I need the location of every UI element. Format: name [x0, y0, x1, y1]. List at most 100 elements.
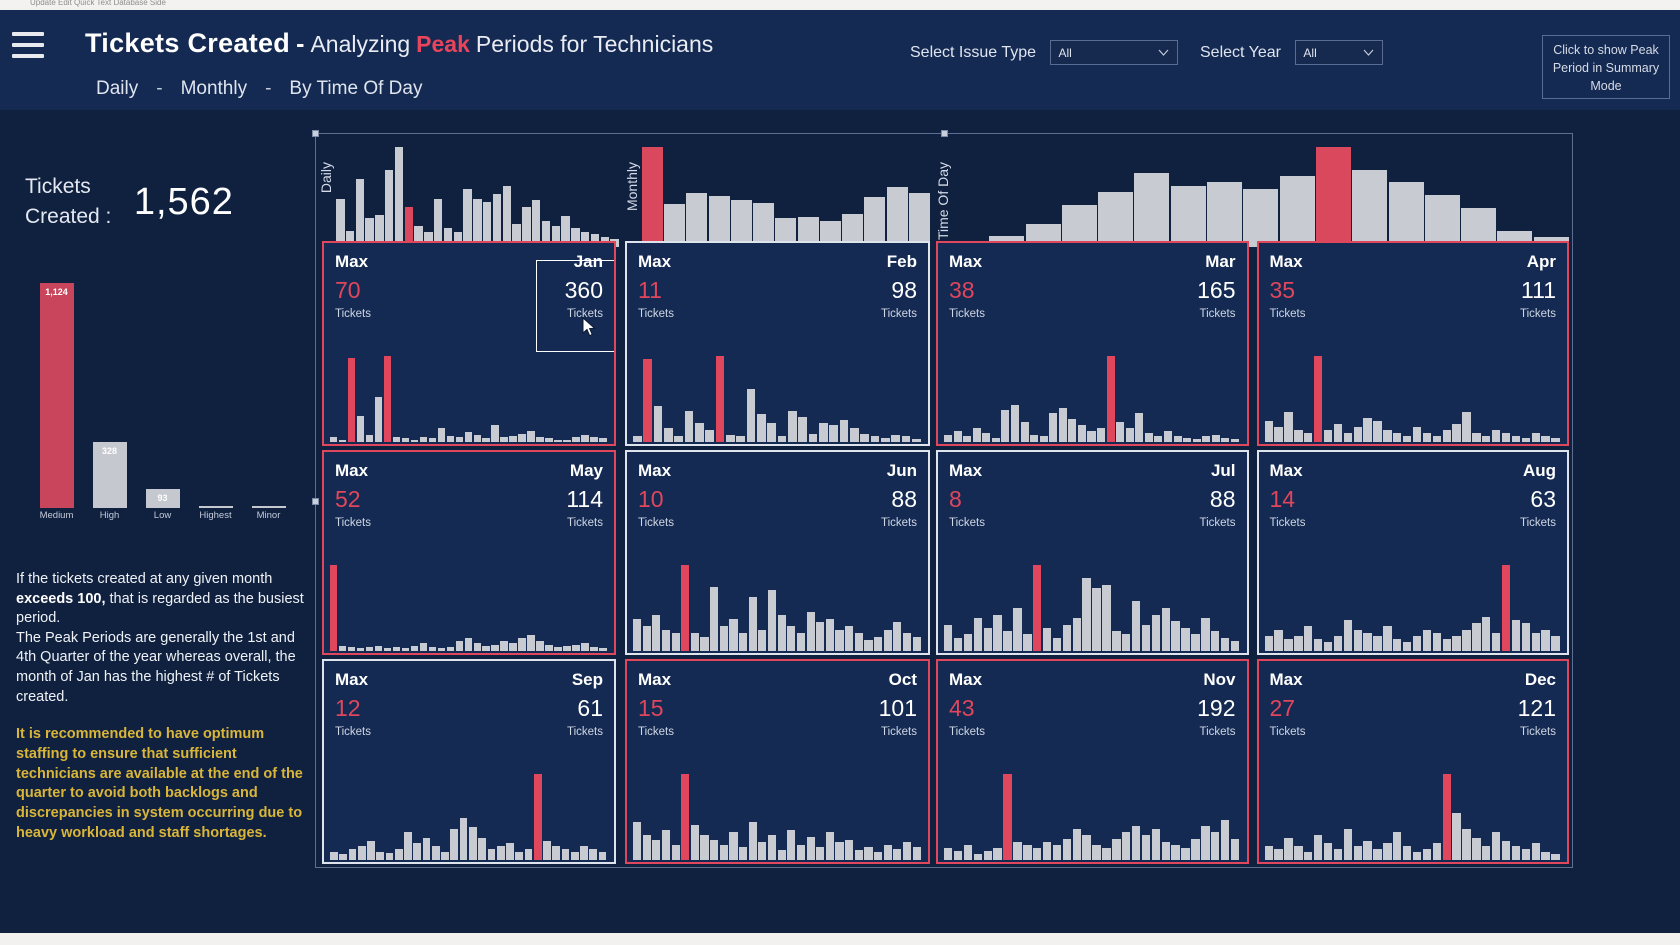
month-card-bar[interactable]	[756, 414, 766, 442]
month-card-bar[interactable]	[902, 842, 912, 860]
month-card-bar[interactable]	[365, 647, 374, 651]
month-card-bar[interactable]	[816, 847, 825, 860]
month-card-bar[interactable]	[1402, 846, 1412, 860]
month-card-bar[interactable]	[1161, 608, 1170, 651]
month-card-bar[interactable]	[880, 437, 890, 442]
month-card-bar[interactable]	[1482, 617, 1491, 651]
month-card-bar[interactable]	[1323, 641, 1333, 651]
month-card-bar[interactable]	[581, 434, 589, 442]
month-card-sparkline[interactable]	[633, 768, 922, 860]
month-card-bar[interactable]	[1373, 421, 1382, 442]
month-card-bar[interactable]	[839, 419, 849, 442]
priority-bar[interactable]: 328	[92, 442, 127, 508]
month-card-bar[interactable]	[599, 438, 607, 442]
month-card-bar[interactable]	[1353, 846, 1362, 860]
month-card-bar[interactable]	[1201, 826, 1210, 860]
month-card-bar[interactable]	[1033, 565, 1042, 651]
month-card-bar[interactable]	[422, 837, 431, 860]
month-card-sep[interactable]: Max Sep 12 61 Tickets Tickets	[322, 659, 616, 864]
month-card-bar[interactable]	[392, 437, 401, 442]
month-card-bar[interactable]	[347, 647, 356, 651]
month-card-bar[interactable]	[715, 356, 725, 442]
month-card-bar[interactable]	[963, 634, 973, 651]
month-card-bar[interactable]	[1462, 629, 1471, 651]
month-card-bar[interactable]	[1068, 419, 1077, 442]
month-card-jun[interactable]: Max Jun 10 88 Tickets Tickets	[625, 450, 930, 655]
month-card-bar[interactable]	[580, 846, 588, 860]
sparkline-by-time-of-day[interactable]	[953, 142, 1570, 247]
month-card-bar[interactable]	[1521, 623, 1531, 651]
month-card-bar[interactable]	[1161, 841, 1170, 860]
month-card-bar[interactable]	[347, 358, 356, 442]
month-card-bar[interactable]	[410, 439, 419, 442]
month-card-bar[interactable]	[1482, 436, 1491, 442]
month-card-bar[interactable]	[468, 826, 477, 860]
month-card-nov[interactable]: Max Nov 43 192 Tickets Tickets	[936, 659, 1249, 864]
month-card-bar[interactable]	[563, 645, 571, 651]
month-card-bar[interactable]	[330, 437, 338, 442]
month-card-bar[interactable]	[983, 850, 992, 860]
month-card-bar[interactable]	[1042, 627, 1052, 651]
month-card-bar[interactable]	[1052, 844, 1062, 860]
month-card-bar[interactable]	[1501, 433, 1511, 442]
month-card-bar[interactable]	[536, 640, 544, 651]
show-peak-period-button[interactable]: Click to show Peak Period in Summary Mod…	[1542, 35, 1670, 99]
month-card-bar[interactable]	[1013, 841, 1022, 860]
month-card-bar[interactable]	[1442, 774, 1451, 860]
month-card-bar[interactable]	[725, 435, 735, 442]
month-card-jul[interactable]: Max Jul 8 88 Tickets Tickets	[936, 450, 1249, 655]
month-card-bar[interactable]	[1092, 588, 1101, 651]
month-card-bar[interactable]	[1452, 424, 1461, 442]
month-card-bar[interactable]	[1077, 424, 1086, 442]
month-card-bar[interactable]	[1304, 626, 1313, 651]
month-card-bar[interactable]	[330, 851, 338, 860]
month-card-bar[interactable]	[419, 643, 428, 651]
month-card-bar[interactable]	[518, 433, 526, 442]
month-card-bar[interactable]	[972, 427, 981, 442]
month-card-bar[interactable]	[1058, 407, 1067, 442]
month-card-bar[interactable]	[767, 422, 777, 442]
month-card-bar[interactable]	[339, 854, 348, 860]
month-card-bar[interactable]	[684, 411, 694, 442]
month-card-bar[interactable]	[963, 844, 973, 860]
month-card-bar[interactable]	[1274, 848, 1283, 860]
month-card-bar[interactable]	[1112, 838, 1121, 860]
month-card-bar[interactable]	[1102, 847, 1111, 860]
month-card-feb[interactable]: Max Feb 11 98 Tickets Tickets	[625, 241, 930, 446]
month-card-bar[interactable]	[710, 839, 719, 860]
month-card-bar[interactable]	[374, 396, 383, 442]
month-card-bar[interactable]	[1030, 434, 1039, 442]
month-card-bar[interactable]	[671, 844, 680, 860]
month-card-bar[interactable]	[1363, 840, 1372, 860]
month-card-bar[interactable]	[1201, 617, 1210, 651]
month-card-bar[interactable]	[893, 848, 902, 860]
month-card-bar[interactable]	[816, 622, 825, 651]
month-card-apr[interactable]: Max Apr 35 111 Tickets Tickets	[1256, 241, 1569, 446]
month-card-bar[interactable]	[437, 427, 446, 442]
month-card-bar[interactable]	[464, 432, 472, 442]
month-card-bar[interactable]	[767, 834, 777, 860]
month-card-bar[interactable]	[1192, 439, 1201, 442]
month-card-bar[interactable]	[570, 851, 579, 860]
month-card-bar[interactable]	[912, 636, 921, 651]
month-card-bar[interactable]	[1154, 436, 1163, 442]
month-card-bar[interactable]	[849, 428, 859, 442]
priority-bar-column[interactable]	[189, 256, 242, 508]
month-card-sparkline[interactable]	[330, 350, 608, 442]
month-card-bar[interactable]	[1062, 838, 1072, 860]
month-card-bar[interactable]	[1462, 829, 1471, 860]
month-card-bar[interactable]	[944, 847, 953, 860]
month-card-bar[interactable]	[394, 848, 403, 860]
month-card-bar[interactable]	[1432, 436, 1442, 442]
month-card-bar[interactable]	[902, 633, 912, 651]
month-card-bar[interactable]	[653, 405, 663, 442]
month-card-bar[interactable]	[1072, 617, 1081, 651]
month-card-bar[interactable]	[500, 640, 508, 651]
month-card-bar[interactable]	[1393, 433, 1402, 442]
month-card-oct[interactable]: Max Oct 15 101 Tickets Tickets	[625, 659, 930, 864]
month-card-bar[interactable]	[1144, 433, 1153, 442]
month-card-bar[interactable]	[796, 844, 806, 860]
month-card-bar[interactable]	[1482, 846, 1491, 860]
month-card-bar[interactable]	[1151, 829, 1161, 860]
month-card-bar[interactable]	[1353, 427, 1362, 442]
